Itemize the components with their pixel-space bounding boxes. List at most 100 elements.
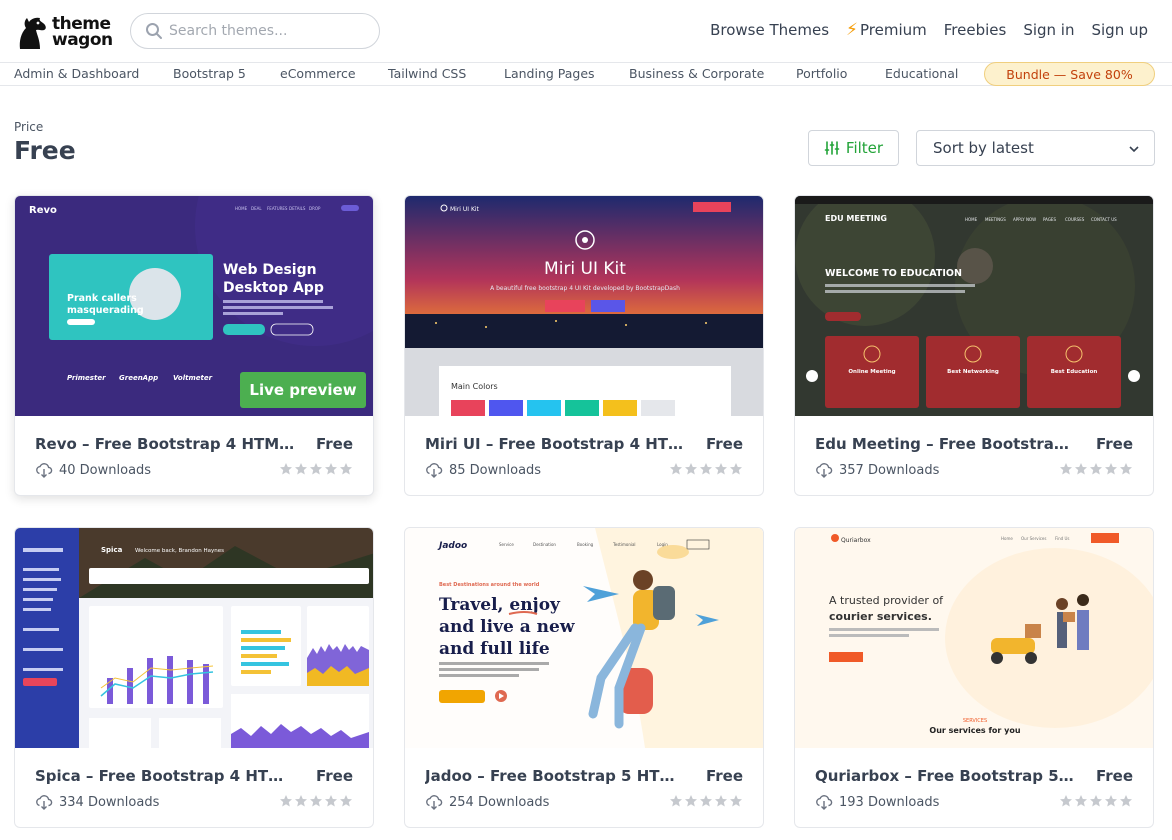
thumb-heading-2: Desktop App	[223, 280, 324, 296]
download-count: 357 Downloads	[815, 461, 939, 479]
theme-title[interactable]: Revo – Free Bootstrap 4 HTML5 Desktop Ap…	[35, 435, 295, 453]
cloud-download-icon	[36, 463, 53, 478]
svg-text:DETAILS: DETAILS	[289, 206, 306, 211]
site-header: theme wagon Browse Themes ⚡Premium Freeb…	[0, 0, 1172, 62]
star-icon	[1090, 795, 1102, 807]
theme-thumbnail[interactable]: EDU MEETING HOME MEETINGS APPLY NOW PAGES CO…	[795, 196, 1153, 416]
rating-stars[interactable]	[1059, 462, 1133, 476]
theme-card-miri-ui[interactable]: Miri UI Kit Miri UI Kit A beautiful free…	[404, 195, 764, 496]
search-input[interactable]	[169, 23, 369, 39]
sort-select-value: Sort by latest	[933, 139, 1034, 157]
top-navigation: Browse Themes ⚡ Premium Freebies Sign in …	[710, 20, 1148, 40]
svg-text:HOME: HOME	[235, 206, 248, 211]
category-tailwind-css[interactable]: Tailwind CSS	[388, 66, 466, 81]
star-icon	[325, 795, 337, 807]
nav-freebies[interactable]: Freebies	[944, 21, 1007, 39]
theme-title[interactable]: Quriarbox – Free Bootstrap 5 HTML5 Couri…	[815, 767, 1075, 785]
theme-card-quriarbox[interactable]: Quriarbox Home Our Services Find Us A trus…	[794, 527, 1154, 828]
download-count-text: 357 Downloads	[839, 462, 940, 478]
theme-price: Free	[705, 435, 743, 453]
theme-card-spica[interactable]: Spica Welcome back, Brandon Haynes Spica…	[14, 527, 374, 828]
category-ecommerce[interactable]: eCommerce	[280, 66, 356, 81]
category-educational[interactable]: Educational	[885, 66, 958, 81]
cloud-download-icon	[426, 463, 443, 478]
svg-text:DROP: DROP	[309, 206, 321, 211]
svg-text:CONTACT US: CONTACT US	[1091, 217, 1117, 222]
category-bar: Admin & Dashboard Bootstrap 5 eCommerce …	[0, 62, 1172, 86]
svg-text:Service: Service	[499, 542, 514, 547]
rating-stars[interactable]	[669, 462, 743, 476]
svg-text:HOME: HOME	[965, 217, 978, 222]
thumb-brand: Jadoo	[437, 541, 467, 551]
thumb-brand: Quriarbox	[841, 537, 871, 544]
category-admin-dashboard[interactable]: Admin & Dashboard	[14, 66, 139, 81]
themewagon-logo[interactable]: theme wagon	[14, 12, 118, 52]
svg-text:Our Services: Our Services	[1021, 536, 1046, 541]
theme-card-jadoo[interactable]: Jadoo Service Destination Booking Testimoni…	[404, 527, 764, 828]
nav-sign-in[interactable]: Sign in	[1023, 21, 1074, 39]
download-count-text: 85 Downloads	[449, 462, 542, 478]
theme-card-edu-meeting[interactable]: EDU MEETING HOME MEETINGS APPLY NOW PAGES CO…	[794, 195, 1154, 496]
sliders-icon	[824, 141, 840, 155]
rating-stars[interactable]	[279, 794, 353, 808]
bundle-offer-button[interactable]: Bundle — Save 80%	[984, 62, 1155, 86]
sort-select[interactable]: Sort by latest	[916, 130, 1155, 166]
star-icon	[310, 463, 322, 475]
category-portfolio[interactable]: Portfolio	[796, 66, 847, 81]
download-count-text: 254 Downloads	[449, 794, 550, 810]
download-count: 40 Downloads	[35, 461, 151, 479]
star-icon	[1105, 463, 1117, 475]
thumb-heading: WELCOME TO EDUCATION	[825, 268, 962, 279]
theme-thumbnail[interactable]: Quriarbox Home Our Services Find Us A trus…	[795, 528, 1153, 748]
thumb-services-kicker: SERVICES	[963, 718, 987, 724]
rating-stars[interactable]	[279, 462, 353, 476]
star-icon	[295, 463, 307, 475]
thumb-caption-2: masquerading	[67, 305, 144, 316]
svg-text:Home: Home	[1001, 536, 1013, 541]
theme-card-revo[interactable]: Revo HOME DEAL FEATURES DETAILS DROP Prank c…	[14, 195, 374, 496]
svg-text:Find Us: Find Us	[1055, 536, 1069, 541]
star-icon	[1090, 463, 1102, 475]
thumb-heading-1: Web Design	[223, 262, 317, 278]
category-business-corporate[interactable]: Business & Corporate	[629, 66, 764, 81]
thumb-section: Main Colors	[451, 382, 498, 391]
star-icon	[1060, 463, 1072, 475]
chevron-down-icon	[1129, 146, 1139, 153]
category-bootstrap-5[interactable]: Bootstrap 5	[173, 66, 246, 81]
thumb-brand: Spica	[101, 546, 123, 554]
filter-button-label: Filter	[845, 139, 884, 157]
nav-premium[interactable]: ⚡ Premium	[846, 20, 927, 40]
star-icon	[700, 463, 712, 475]
download-count-text: 193 Downloads	[839, 794, 940, 810]
search-icon	[146, 23, 162, 39]
theme-thumbnail[interactable]: Jadoo Service Destination Booking Testimoni…	[405, 528, 763, 748]
download-count-text: 40 Downloads	[59, 462, 152, 478]
star-icon	[670, 463, 682, 475]
theme-title[interactable]: Spica – Free Bootstrap 4 HTML5 Admin Tem…	[35, 767, 295, 785]
download-count: 254 Downloads	[425, 793, 549, 811]
star-icon	[1120, 463, 1132, 475]
page-title: Free	[14, 136, 76, 165]
filter-button[interactable]: Filter	[808, 130, 899, 166]
theme-thumbnail[interactable]: Revo HOME DEAL FEATURES DETAILS DROP Prank c…	[15, 196, 373, 416]
thumb-logo-1: Primester	[67, 374, 106, 382]
thumb-line-3: and full life	[439, 639, 550, 659]
svg-text:PAGES: PAGES	[1043, 217, 1056, 222]
search-box[interactable]	[130, 13, 380, 49]
rating-stars[interactable]	[1059, 794, 1133, 808]
nav-browse-themes[interactable]: Browse Themes	[710, 21, 829, 39]
theme-title[interactable]: Miri UI – Free Bootstrap 4 HTML5 UI Kit	[425, 435, 685, 453]
rating-stars[interactable]	[669, 794, 743, 808]
thumb-services-title: Our services for you	[929, 726, 1020, 735]
thumb-brand: EDU MEETING	[825, 214, 887, 223]
nav-sign-up[interactable]: Sign up	[1091, 21, 1148, 39]
bolt-icon: ⚡	[846, 20, 858, 40]
theme-title[interactable]: Jadoo – Free Bootstrap 5 HTML5 Travel Te…	[425, 767, 685, 785]
theme-title[interactable]: Edu Meeting – Free Bootstrap 5 Education…	[815, 435, 1075, 453]
live-preview-button[interactable]: Live preview	[240, 372, 366, 408]
theme-thumbnail[interactable]: Miri UI Kit Miri UI Kit A beautiful free…	[405, 196, 763, 416]
star-icon	[340, 463, 352, 475]
nav-premium-label: Premium	[859, 21, 927, 39]
theme-thumbnail[interactable]: Spica Welcome back, Brandon Haynes	[15, 528, 373, 748]
category-landing-pages[interactable]: Landing Pages	[504, 66, 595, 81]
